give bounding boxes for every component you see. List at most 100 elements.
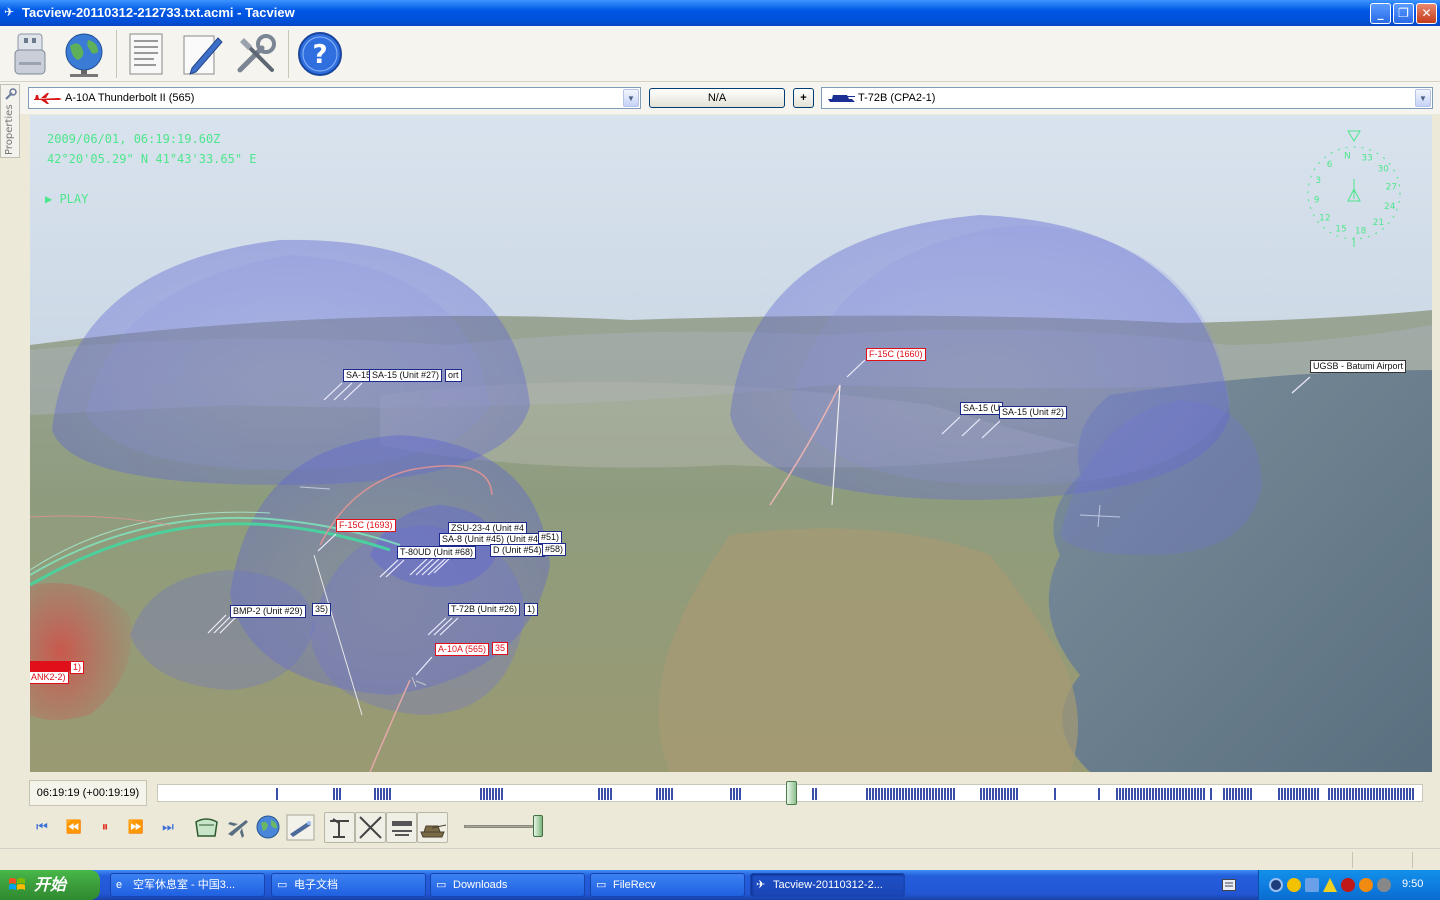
unit-label-f15c-1693[interactable]: F-15C (1693) [336, 519, 396, 532]
chevron-down-icon[interactable]: ▼ [623, 89, 639, 107]
update-icon[interactable] [1359, 878, 1373, 892]
secondary-object-select[interactable]: T-72B (CPA2-1) ▼ [821, 87, 1433, 109]
ground-units-filter-button[interactable] [417, 812, 448, 843]
compass-tick-label: 27 [1386, 182, 1397, 192]
pause-button[interactable]: ⏸ [91, 814, 119, 842]
weapons-filter-button[interactable] [355, 812, 386, 843]
tools-icon[interactable] [232, 30, 280, 78]
unit-label-f15c-1660[interactable]: F-15C (1660) [866, 348, 926, 361]
step-back-button[interactable]: ⏪ [60, 814, 88, 842]
start-button[interactable]: 开始 [0, 870, 100, 900]
relation-button[interactable]: N/A [649, 88, 785, 108]
timeline-event-mark [1370, 788, 1372, 800]
timeline-event-mark [923, 788, 925, 800]
warning-icon[interactable] [1323, 878, 1337, 892]
help-icon[interactable]: ? [296, 30, 344, 78]
unit-label-ank2-tail[interactable]: 1) [70, 661, 85, 674]
timeline-event-mark [498, 788, 500, 800]
primary-object-select[interactable]: A-10A Thunderbolt II (565) ▼ [28, 87, 641, 109]
network-connections-icon[interactable] [1305, 878, 1319, 892]
task-folder-downloads[interactable]: ▭ Downloads [430, 873, 585, 897]
toolbar-separator [288, 30, 289, 78]
timeline-event-mark [1001, 788, 1003, 800]
timeline-event-mark [1397, 788, 1399, 800]
unit-label-sa15-2-back[interactable]: SA-15 (U [960, 402, 1004, 415]
task-browser[interactable]: e 空军休息室 - 中国3... [110, 873, 265, 897]
timeline-event-mark [1400, 788, 1402, 800]
cockpit-view-icon[interactable] [193, 814, 220, 841]
add-object-button[interactable]: + [793, 88, 814, 108]
unit-label-bmp2-29[interactable]: BMP-2 (Unit #29) [230, 605, 306, 618]
radar-filter-button[interactable] [386, 812, 417, 843]
playback-speed-thumb[interactable] [533, 815, 543, 837]
properties-side-tab[interactable]: Properties [0, 84, 20, 158]
usb-drive-icon[interactable] [6, 30, 54, 78]
timeline-event-mark [601, 788, 603, 800]
timeline-event-mark [1302, 788, 1304, 800]
airport-label-ugsb[interactable]: UGSB - Batumi Airport [1310, 360, 1407, 373]
timeline-event-mark [1343, 788, 1345, 800]
timeline-event-mark [983, 788, 985, 800]
satellite-view-icon[interactable] [286, 814, 315, 841]
skip-to-end-button[interactable]: ⏭ [154, 814, 182, 842]
timeline-event-mark [656, 788, 658, 800]
unit-label-sa15-2[interactable]: SA-15 (Unit #2) [999, 406, 1068, 419]
unit-label-t80ud-68[interactable]: T-80UD (Unit #68) [397, 546, 477, 559]
unit-label-a10a-565[interactable]: A-10A (565) [435, 643, 490, 656]
edit-notes-icon[interactable] [178, 30, 226, 78]
timeline-event-mark [941, 788, 943, 800]
timeline-event-mark [866, 788, 868, 800]
step-forward-button[interactable]: ⏩ [122, 814, 150, 842]
document-icon[interactable] [122, 30, 170, 78]
3d-view-viewport[interactable]: 2009/06/01, 06:19:19.60Z 42°20'05.29" N … [30, 115, 1432, 772]
restore-button[interactable]: ❐ [1393, 3, 1414, 24]
network-icon[interactable] [1269, 878, 1283, 892]
task-tacview[interactable]: ✈ Tacview-20110312-2... [750, 873, 905, 897]
unit-label-35[interactable]: 35) [312, 603, 332, 616]
timeline-event-mark [1296, 788, 1298, 800]
world-view-icon[interactable] [255, 814, 282, 841]
playback-speed-slider[interactable] [464, 825, 542, 828]
unit-label-54[interactable]: D (Unit #54) [490, 544, 545, 557]
antivirus-icon[interactable] [1341, 878, 1355, 892]
timeline-event-mark [486, 788, 488, 800]
timeline-event-mark [1226, 788, 1228, 800]
timeline-event-mark [938, 788, 940, 800]
timeline-event-mark [1152, 788, 1154, 800]
timeline-event-mark [1349, 788, 1351, 800]
timeline-event-mark [1223, 788, 1225, 800]
sam-filter-button[interactable] [324, 812, 355, 843]
unit-label-ank2[interactable]: ANK2-2) [30, 671, 69, 684]
windows-flag-icon [9, 878, 25, 890]
close-button[interactable]: ✕ [1416, 3, 1437, 24]
timeline-event-mark [1161, 788, 1163, 800]
compass-rose-icon[interactable]: 36 N 33 30 27 2421 18 15 12 9 [1298, 129, 1408, 247]
unit-label-58[interactable]: #58) [542, 543, 567, 556]
timeline-event-mark [668, 788, 670, 800]
unit-label-ort[interactable]: ort [445, 369, 462, 382]
tacview-app-icon[interactable]: ✈ [4, 5, 18, 19]
timeline-event-mark [1122, 788, 1124, 800]
timeline-event-mark [1406, 788, 1408, 800]
timeline-event-mark [1352, 788, 1354, 800]
globe-network-icon[interactable] [60, 30, 108, 78]
unit-label-a10a-tail[interactable]: 35 [492, 642, 509, 655]
timeline-event-mark [339, 788, 341, 800]
unit-label-sa15-27[interactable]: SA-15 (Unit #27) [369, 369, 443, 382]
hud-play-state[interactable]: ▶ PLAY [45, 192, 88, 206]
chevron-down-icon[interactable]: ▼ [1415, 89, 1431, 107]
volume-icon[interactable] [1377, 878, 1391, 892]
unit-label-1[interactable]: 1) [524, 603, 539, 616]
qq-icon[interactable] [1287, 878, 1301, 892]
aircraft-view-icon[interactable] [224, 814, 251, 841]
timeline-event-mark [884, 788, 886, 800]
minimize-button[interactable]: _ [1370, 3, 1391, 24]
compass-tick-label: 33 [1361, 153, 1372, 163]
unit-label-t72b-26[interactable]: T-72B (Unit #26) [448, 603, 521, 616]
timeline-thumb[interactable] [786, 781, 797, 805]
skip-to-start-button[interactable]: ⏮ [28, 814, 56, 842]
keyboard-icon[interactable] [1222, 879, 1236, 891]
task-folder-documents[interactable]: ▭ 电子文档 [271, 873, 426, 897]
status-divider [1412, 852, 1413, 868]
task-folder-filerecv[interactable]: ▭ FileRecv [590, 873, 745, 897]
